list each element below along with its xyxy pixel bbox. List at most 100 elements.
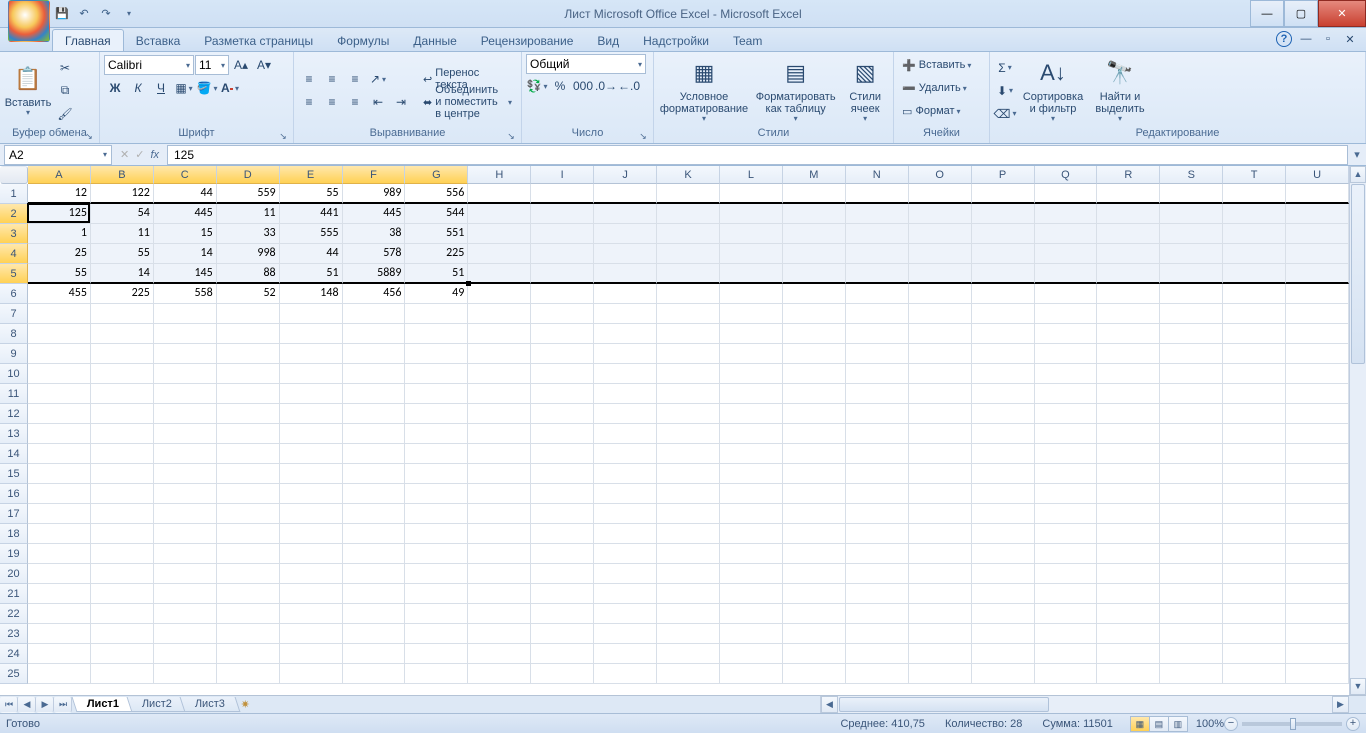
cell[interactable] [1160,424,1223,444]
cell[interactable]: 14 [91,264,154,284]
cell[interactable] [1160,344,1223,364]
cell[interactable] [91,644,154,664]
cell[interactable] [657,624,720,644]
cell[interactable] [154,644,217,664]
cell[interactable] [1160,564,1223,584]
sort-filter-button[interactable]: A↓Сортировка и фильтр▾ [1018,56,1088,126]
cell[interactable] [1223,224,1286,244]
cell[interactable] [405,304,468,324]
cell[interactable] [1286,524,1349,544]
cell[interactable]: 556 [405,184,468,204]
column-header[interactable]: L [720,166,783,184]
cell[interactable] [468,264,531,284]
cell[interactable] [1286,184,1349,204]
align-middle-icon[interactable]: ≡ [321,68,343,90]
cancel-formula-icon[interactable]: ✕ [120,148,129,161]
cell[interactable] [909,644,972,664]
cell[interactable] [846,404,909,424]
clear-icon[interactable]: ⌫ [994,103,1016,125]
cell[interactable] [531,404,594,424]
cell[interactable] [594,564,657,584]
cell[interactable] [217,304,280,324]
cell[interactable] [91,404,154,424]
cell[interactable] [468,404,531,424]
cell[interactable] [720,324,783,344]
cell[interactable] [1160,504,1223,524]
cell[interactable] [531,184,594,204]
row-header[interactable]: 25 [0,664,28,684]
tab-надстройки[interactable]: Надстройки [631,30,721,51]
cell[interactable] [531,664,594,684]
cell[interactable] [972,544,1035,564]
cell[interactable] [594,324,657,344]
cell[interactable] [1286,364,1349,384]
column-header[interactable]: A [28,166,91,184]
cell[interactable] [91,464,154,484]
cell[interactable] [1160,364,1223,384]
zoom-slider[interactable] [1242,722,1342,726]
dialog-launcher-icon[interactable]: ↘ [83,130,95,142]
cell[interactable] [1035,624,1098,644]
cell[interactable] [531,624,594,644]
cell[interactable]: 15 [154,224,217,244]
cell[interactable] [28,324,91,344]
cell[interactable] [657,204,720,224]
borders-icon[interactable]: ▦ [173,77,195,99]
cell[interactable] [91,524,154,544]
cell[interactable] [1097,544,1160,564]
cell[interactable] [154,404,217,424]
cell[interactable] [405,644,468,664]
cell[interactable] [1286,344,1349,364]
minimize-ribbon-icon[interactable]: — [1298,31,1314,47]
cell[interactable] [531,284,594,304]
column-header[interactable]: Q [1035,166,1098,184]
cell[interactable] [720,584,783,604]
cell[interactable] [594,384,657,404]
cell[interactable] [531,384,594,404]
save-icon[interactable]: 💾 [52,4,72,24]
cell[interactable] [468,424,531,444]
cell[interactable] [1097,364,1160,384]
cell[interactable] [28,604,91,624]
cell[interactable] [909,184,972,204]
cell-styles-button[interactable]: ▧Стили ячеек▾ [841,56,889,126]
cell[interactable] [1286,484,1349,504]
cell[interactable] [657,324,720,344]
cell[interactable] [468,524,531,544]
cell[interactable] [846,624,909,644]
cell[interactable] [1097,424,1160,444]
tab-главная[interactable]: Главная [52,29,124,51]
cell[interactable] [468,184,531,204]
cell[interactable] [28,564,91,584]
cell[interactable] [1097,484,1160,504]
dialog-launcher-icon[interactable]: ↘ [505,130,517,142]
cell[interactable] [1097,604,1160,624]
cell[interactable] [91,504,154,524]
cell[interactable] [594,184,657,204]
view-normal-icon[interactable]: ▦ [1130,716,1150,732]
cell[interactable] [405,504,468,524]
zoom-level[interactable]: 100% [1196,718,1224,730]
cell[interactable] [531,604,594,624]
cell[interactable] [1097,324,1160,344]
cell[interactable] [1160,184,1223,204]
cell[interactable] [594,644,657,664]
cell[interactable] [657,484,720,504]
row-header[interactable]: 1 [0,184,28,204]
cell[interactable] [657,344,720,364]
cell[interactable] [1286,384,1349,404]
cell[interactable] [846,284,909,304]
column-header[interactable]: J [594,166,657,184]
cell[interactable] [468,444,531,464]
fill-icon[interactable]: ⬇ [994,80,1016,102]
cell[interactable] [1035,304,1098,324]
row-header[interactable]: 13 [0,424,28,444]
cell[interactable] [28,304,91,324]
tab-вид[interactable]: Вид [585,30,631,51]
cell[interactable] [531,304,594,324]
cell[interactable] [594,584,657,604]
cell[interactable] [1286,664,1349,684]
cell[interactable] [531,324,594,344]
cell[interactable] [594,204,657,224]
cell[interactable] [91,604,154,624]
